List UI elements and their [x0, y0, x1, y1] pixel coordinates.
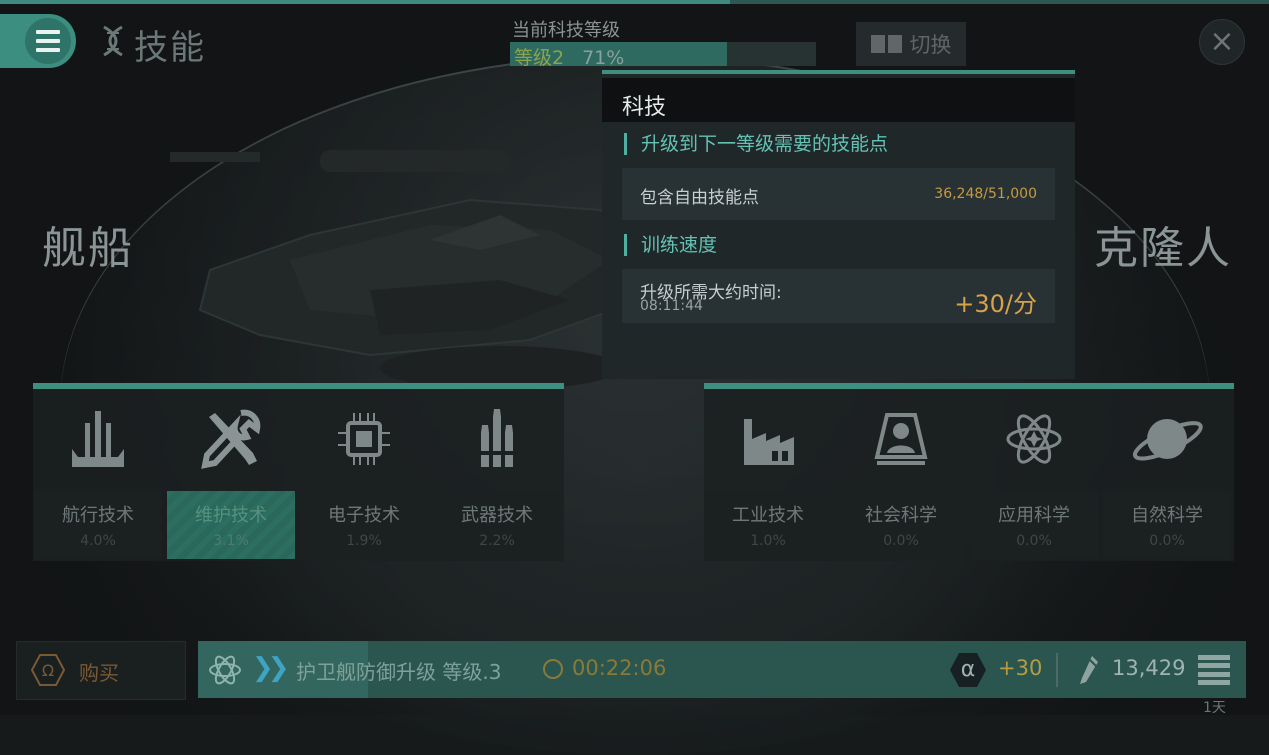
skill-queue-bar[interactable]: ❯❯ 护卫舰防御升级 等级.3 00:22:06 α +30 13,429 — [198, 641, 1246, 698]
ship-section-label: 舰船 — [42, 223, 134, 274]
queue-divider — [1056, 653, 1058, 687]
category-label-box: 航行技术 4.0% — [34, 491, 162, 559]
category-label-box: 自然科学 0.0% — [1103, 491, 1231, 559]
category-name: 航行技术 — [62, 505, 134, 526]
switch-label: 切换 — [909, 33, 952, 57]
tech-level-percent: 71% — [582, 47, 625, 69]
queue-timer: 00:22:06 — [572, 656, 667, 680]
free-points-row: 包含自由技能点 36,248/51,000 — [622, 168, 1055, 220]
alpha-bonus: +30 — [998, 656, 1043, 680]
skill-points-count: 13,429 — [1112, 656, 1186, 680]
category-label-box: 电子技术 1.9% — [300, 491, 428, 559]
category-label-box: 应用科学 0.0% — [970, 491, 1098, 559]
category-label-box: 武器技术 2.2% — [433, 491, 561, 559]
category-label-box: 社会科学 0.0% — [837, 491, 965, 559]
omega-hex-icon: Ω — [31, 654, 65, 686]
category-maintenance[interactable]: 维护技术 3.1% — [167, 389, 295, 561]
category-name: 工业技术 — [732, 505, 804, 526]
menu-button[interactable] — [0, 14, 76, 68]
category-label-box: 工业技术 1.0% — [704, 491, 832, 559]
category-percent: 0.0% — [883, 533, 919, 549]
svg-text:Ω: Ω — [42, 661, 54, 680]
tooltip-section-points: 升级到下一等级需要的技能点 — [624, 133, 888, 155]
atom-icon — [209, 655, 241, 685]
hamburger-icon — [25, 18, 71, 64]
tech-level-label: 当前科技等级 — [512, 20, 620, 41]
category-percent: 2.2% — [479, 533, 515, 549]
category-name: 维护技术 — [195, 505, 267, 526]
page-title: 技能 — [134, 28, 206, 68]
ship-thrusters-icon — [34, 403, 162, 475]
category-label-box: 维护技术 3.1% — [167, 491, 295, 559]
buy-label: 购买 — [79, 661, 119, 685]
category-name: 应用科学 — [998, 505, 1070, 526]
category-name: 武器技术 — [461, 505, 533, 526]
close-button[interactable]: × — [1199, 19, 1245, 65]
category-name: 自然科学 — [1131, 505, 1203, 526]
atom-star-icon — [970, 403, 1098, 475]
free-points-value: 36,248/51,000 — [934, 186, 1037, 202]
dna-icon — [103, 25, 123, 57]
category-weapons[interactable]: 武器技术 2.2% — [433, 389, 561, 561]
training-rate: +30/分 — [954, 290, 1037, 318]
category-electronics[interactable]: 电子技术 1.9% — [300, 389, 428, 561]
tooltip-header: 科技 — [602, 78, 1075, 122]
free-points-label: 包含自由技能点 — [640, 188, 759, 208]
tech-level-value: 等级2 — [514, 47, 565, 69]
tech-tooltip: 科技 升级到下一等级需要的技能点 包含自由技能点 36,248/51,000 训… — [602, 70, 1075, 379]
queue-days: 1天 — [1203, 700, 1226, 716]
category-percent: 0.0% — [1149, 533, 1185, 549]
training-time-value: 08:11:44 — [640, 298, 703, 314]
injector-icon — [1080, 656, 1098, 684]
queue-list-icon[interactable] — [1198, 655, 1230, 685]
chip-icon — [300, 403, 428, 475]
top-border-accent — [0, 0, 730, 4]
person-portrait-icon — [837, 403, 965, 475]
tooltip-section-speed: 训练速度 — [624, 234, 717, 256]
category-percent: 4.0% — [80, 533, 116, 549]
category-percent: 0.0% — [1016, 533, 1052, 549]
clone-section-label: 克隆人 — [1094, 223, 1232, 274]
category-name: 社会科学 — [865, 505, 937, 526]
chevrons-icon: ❯❯ — [252, 653, 289, 683]
queue-skill-text: 护卫舰防御升级 等级.3 — [296, 660, 502, 684]
category-social-science[interactable]: 社会科学 0.0% — [837, 389, 965, 561]
switch-button[interactable]: 切换 — [856, 22, 966, 66]
alpha-icon: α — [950, 653, 986, 687]
category-name: 电子技术 — [328, 505, 400, 526]
planet-ring-icon — [1103, 403, 1231, 475]
category-percent: 1.9% — [346, 533, 382, 549]
training-time-row: 升级所需大约时间: 08:11:44 +30/分 — [622, 269, 1055, 323]
tech-level-text: 等级2 71% — [514, 43, 624, 70]
missiles-icon — [433, 403, 561, 475]
category-applied-science[interactable]: 应用科学 0.0% — [970, 389, 1098, 561]
category-percent: 1.0% — [750, 533, 786, 549]
wrench-screwdriver-icon — [167, 403, 295, 475]
clock-icon — [543, 659, 563, 679]
buy-button[interactable]: Ω 购买 — [16, 641, 186, 700]
category-industry[interactable]: 工业技术 1.0% — [704, 389, 832, 561]
close-icon: × — [1209, 24, 1235, 59]
factory-icon — [704, 403, 832, 475]
category-percent: 3.1% — [213, 533, 249, 549]
switch-icon — [870, 35, 902, 53]
category-navigation[interactable]: 航行技术 4.0% — [34, 389, 162, 561]
tooltip-title: 科技 — [622, 95, 667, 120]
category-natural-science[interactable]: 自然科学 0.0% — [1103, 389, 1231, 561]
